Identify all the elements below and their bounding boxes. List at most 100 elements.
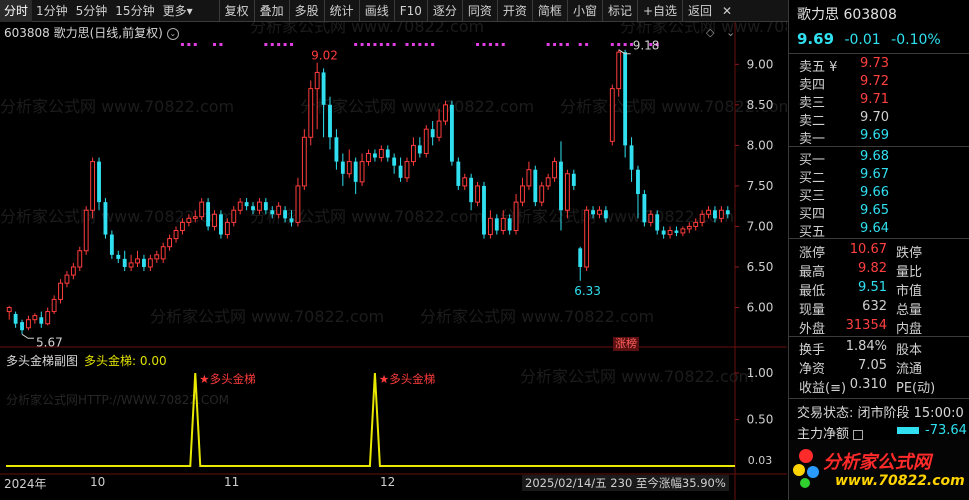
sub-chart-title[interactable]: 多头金梯副图 多头金梯: 0.00: [6, 352, 167, 369]
same-asset-button[interactable]: 同资: [461, 0, 497, 22]
orderbook-row: 卖四 9.72: [799, 74, 967, 93]
candle-body: [340, 161, 345, 174]
price-change: -0.01: [844, 32, 881, 48]
f10-button[interactable]: F10: [393, 0, 427, 22]
quote-panel: 歌力思 603808 9.69 -0.01 -0.10% 卖五 ¥9.73 卖四 9…: [788, 0, 969, 500]
candle-body: [539, 185, 545, 203]
row-key: 卖一: [799, 132, 826, 147]
x-label-year: 2024年: [4, 477, 47, 491]
simple-frame-button[interactable]: 简框: [531, 0, 567, 22]
row-key: 买三: [799, 189, 826, 204]
chart-corner-icons[interactable]: ◇ ⌄: [706, 26, 739, 39]
add-watchlist-button[interactable]: +自选: [636, 0, 682, 22]
sub-chart-value: 多头金梯: 0.00: [84, 354, 167, 368]
close-icon[interactable]: ✕: [717, 0, 737, 22]
signal-dot: [488, 43, 492, 46]
chevron-down-icon: ▾: [186, 3, 193, 18]
watermark-text: 分析家公式网 www.70822.com: [500, 207, 734, 226]
candle-body: [526, 169, 532, 187]
candle-body: [623, 52, 628, 146]
divider: [789, 336, 969, 337]
candle-body: [571, 173, 576, 186]
signal-dot: [277, 43, 281, 46]
signal-dot: [373, 43, 377, 46]
list-icon[interactable]: [853, 429, 864, 440]
trade-state: 交易状态: 闭市阶段 15:00:0: [797, 406, 964, 421]
logo-text: 分析家公式网: [823, 452, 931, 473]
candle-body: [372, 153, 377, 158]
candle-body: [295, 185, 301, 223]
fuquan-button[interactable]: 复权: [218, 0, 254, 22]
chart-area[interactable]: 分析家公式网 www.70822.com 分析家公式网 www.70822.com…: [0, 22, 787, 500]
chart-title-text: 603808 歌力思(日线,前复权): [4, 26, 163, 40]
candle-body: [270, 210, 275, 215]
candle-body: [482, 185, 486, 235]
open-asset-button[interactable]: 开资: [496, 0, 532, 22]
orderbook-row: 卖五 ¥9.73: [799, 56, 967, 75]
candle-body: [430, 129, 435, 138]
row-value: 9.64: [860, 221, 889, 236]
candle-body: [142, 258, 146, 267]
candle-body: [128, 262, 134, 268]
multi-stock-button[interactable]: 多股: [288, 0, 324, 22]
divider: [789, 238, 969, 239]
overlay-button[interactable]: 叠加: [253, 0, 289, 22]
y-axis: 9.00 8.50 8.00 7.50 7.00 6.50 6.00 1.00 0.50 0.03: [735, 57, 773, 467]
row-value: 9.66: [860, 185, 889, 200]
candle-body: [186, 217, 192, 223]
row-value: 632: [862, 299, 887, 314]
rank-tag[interactable]: 涨榜: [613, 337, 639, 351]
tab-1min[interactable]: 1分钟: [32, 0, 72, 22]
label-leader: [21, 333, 35, 339]
stat-row: 换手 1.84% 股本: [799, 339, 967, 358]
chart-title[interactable]: 603808 歌力思(日线,前复权) ⌄: [4, 24, 179, 41]
candle-body: [334, 137, 339, 162]
candle-body: [83, 209, 89, 252]
back-button[interactable]: 返回: [682, 0, 717, 22]
candle-body: [219, 214, 223, 235]
main-flow-value: -73.64: [925, 423, 967, 438]
price-change-pct: -0.10%: [891, 32, 941, 48]
candle-body: [616, 51, 622, 90]
watermark-text: 分析家公式网 www.70822.com: [0, 207, 234, 226]
signal-dot: [270, 43, 274, 46]
candle-body: [6, 307, 12, 313]
y-tick-label: 6.50: [747, 260, 774, 274]
row-value: 9.65: [860, 203, 889, 218]
candle-body: [545, 177, 551, 187]
stat-row: 涨停 10.67 跌停: [799, 242, 967, 261]
signal-dot: [290, 43, 294, 46]
signal-dot: [610, 43, 614, 46]
candle-body: [500, 217, 506, 232]
tab-5min[interactable]: 5分钟: [72, 0, 112, 22]
mark-button[interactable]: 标记: [601, 0, 637, 22]
signal-dot: [623, 43, 627, 46]
candle-body: [584, 209, 590, 268]
row-key: 涨停: [799, 246, 826, 261]
signal-dot: [180, 43, 184, 46]
row-value: 9.71: [860, 92, 889, 107]
stats-button[interactable]: 统计: [323, 0, 359, 22]
candle-body: [443, 104, 448, 122]
stock-header[interactable]: 歌力思 603808: [797, 4, 897, 24]
signal-dot: [405, 43, 409, 46]
signal-dot: [495, 43, 499, 46]
candle-body: [410, 144, 416, 163]
candle-body: [564, 173, 570, 211]
tab-15min[interactable]: 15分钟: [111, 0, 158, 22]
small-window-button[interactable]: 小窗: [566, 0, 602, 22]
kline-chart[interactable]: 分析家公式网 www.70822.com 分析家公式网 www.70822.com…: [0, 22, 787, 500]
tab-timeshare[interactable]: 分时: [0, 0, 33, 22]
tab-more[interactable]: 更多▾: [159, 0, 197, 22]
per-minute-button[interactable]: 逐分: [426, 0, 462, 22]
signal-dot: [360, 43, 364, 46]
candle-body: [314, 71, 320, 90]
row-value: 1.84%: [845, 339, 887, 354]
chevron-down-icon[interactable]: ⌄: [166, 27, 179, 40]
candle-body: [597, 209, 602, 215]
candle-body: [97, 161, 101, 203]
price-label: 9.18: [633, 39, 660, 53]
date-status: 2025/02/14/五 230 至今涨幅35.90%: [522, 475, 729, 491]
candle-body: [160, 246, 166, 260]
draw-line-button[interactable]: 画线: [358, 0, 394, 22]
